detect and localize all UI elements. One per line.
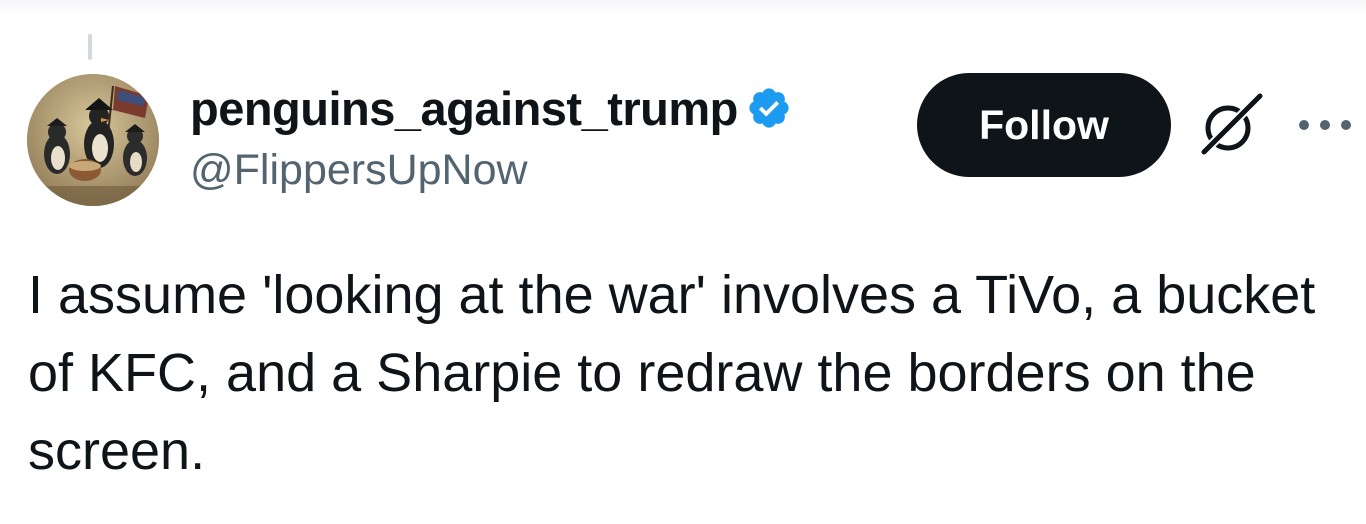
top-divider-fade [0, 0, 1366, 14]
more-options-icon[interactable] [1296, 110, 1354, 140]
tweet-text: I assume 'looking at the war' involves a… [28, 265, 1316, 481]
author-display-name[interactable]: penguins_against_trump [190, 81, 738, 136]
author-name-row[interactable]: penguins_against_trump [190, 81, 792, 136]
follow-button[interactable]: Follow [917, 73, 1171, 177]
avatar[interactable] [27, 74, 159, 206]
thread-connector-line [88, 34, 92, 60]
penguin-painting-avatar-icon [27, 74, 159, 206]
verified-badge-icon[interactable] [746, 85, 792, 131]
author-handle[interactable]: @FlippersUpNow [190, 146, 528, 195]
grok-icon[interactable] [1198, 92, 1266, 158]
